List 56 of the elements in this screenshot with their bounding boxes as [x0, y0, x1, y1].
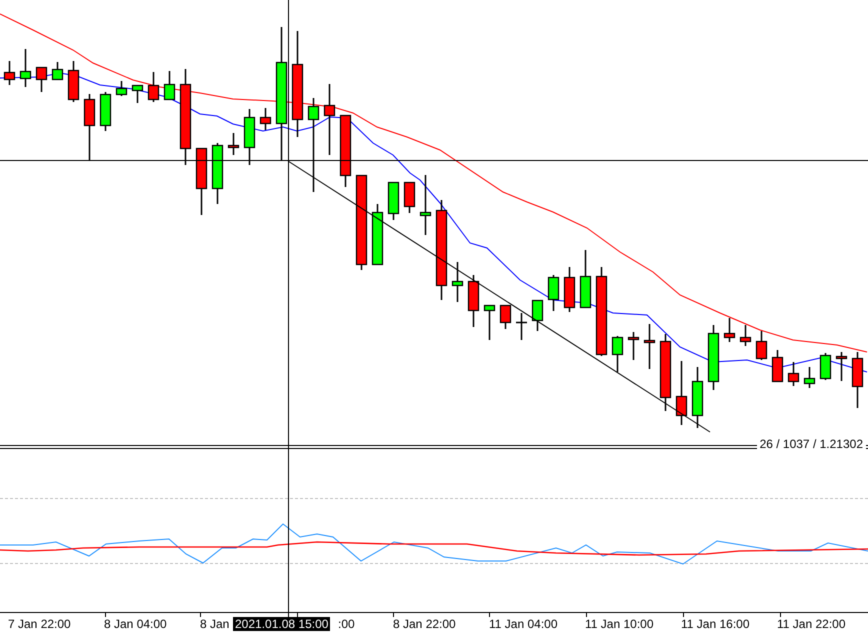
- time-axis-label: 11 Jan 04:00: [489, 617, 558, 631]
- bearish-candlestick: [852, 352, 864, 408]
- bullish-candlestick: [692, 367, 704, 428]
- time-axis-label: 8 Jan: [200, 617, 230, 631]
- time-axis-label: 7 Jan 22:00: [8, 617, 71, 631]
- bearish-candlestick: [404, 182, 416, 213]
- bullish-candlestick: [244, 109, 256, 165]
- bearish-candlestick: [772, 350, 784, 382]
- bullish-candlestick: [100, 92, 112, 131]
- time-axis-label: 11 Jan 16:00: [681, 617, 750, 631]
- bullish-candlestick: [484, 304, 496, 340]
- bearish-candlestick: [4, 61, 16, 85]
- bearish-candlestick: [740, 325, 752, 346]
- bullish-candlestick: [532, 300, 544, 331]
- bearish-candlestick: [68, 61, 80, 102]
- time-axis-label: :00: [338, 617, 355, 631]
- bullish-candlestick: [580, 250, 592, 308]
- bullish-candlestick: [212, 143, 224, 204]
- bearish-candlestick: [228, 133, 240, 155]
- bullish-candlestick: [164, 71, 176, 100]
- bearish-candlestick: [196, 148, 208, 215]
- bearish-candlestick: [84, 94, 96, 160]
- bearish-candlestick: [756, 331, 768, 360]
- bearish-candlestick: [564, 267, 576, 312]
- bullish-candlestick: [116, 81, 128, 96]
- bearish-candlestick: [628, 332, 640, 360]
- bearish-candlestick: [324, 84, 336, 155]
- bullish-candlestick: [420, 175, 432, 235]
- bullish-candlestick: [612, 336, 624, 372]
- bearish-candlestick: [148, 72, 160, 102]
- bullish-candlestick: [372, 204, 384, 266]
- doji-candlestick: [516, 313, 527, 340]
- bullish-candlestick: [388, 182, 400, 220]
- bearish-candlestick: [724, 318, 736, 342]
- bearish-candlestick: [788, 362, 800, 386]
- time-axis-label: 11 Jan 22:00: [777, 617, 846, 631]
- bearish-candlestick: [836, 352, 848, 381]
- bearish-candlestick: [644, 324, 656, 369]
- crosshair-readout: 26 / 1037 / 1.21302: [756, 437, 866, 451]
- bullish-candlestick: [52, 62, 64, 80]
- bearish-candlestick: [260, 108, 272, 130]
- crosshair-time-label: 2021.01.08 15:00: [233, 617, 330, 631]
- time-axis-label: 8 Jan 04:00: [104, 617, 167, 631]
- bullish-candlestick: [708, 325, 720, 390]
- bullish-candlestick: [20, 49, 32, 87]
- bearish-candlestick: [468, 275, 480, 327]
- time-axis-label: 8 Jan 22:00: [393, 617, 456, 631]
- bullish-candlestick: [452, 262, 464, 302]
- bearish-candlestick: [36, 66, 48, 92]
- bullish-candlestick: [132, 84, 144, 103]
- bearish-candlestick: [676, 361, 688, 425]
- bullish-candlestick: [804, 367, 816, 388]
- bearish-candlestick: [500, 304, 512, 329]
- bullish-candlestick: [548, 275, 560, 311]
- time-axis-label: 11 Jan 10:00: [585, 617, 654, 631]
- bullish-candlestick: [820, 353, 832, 380]
